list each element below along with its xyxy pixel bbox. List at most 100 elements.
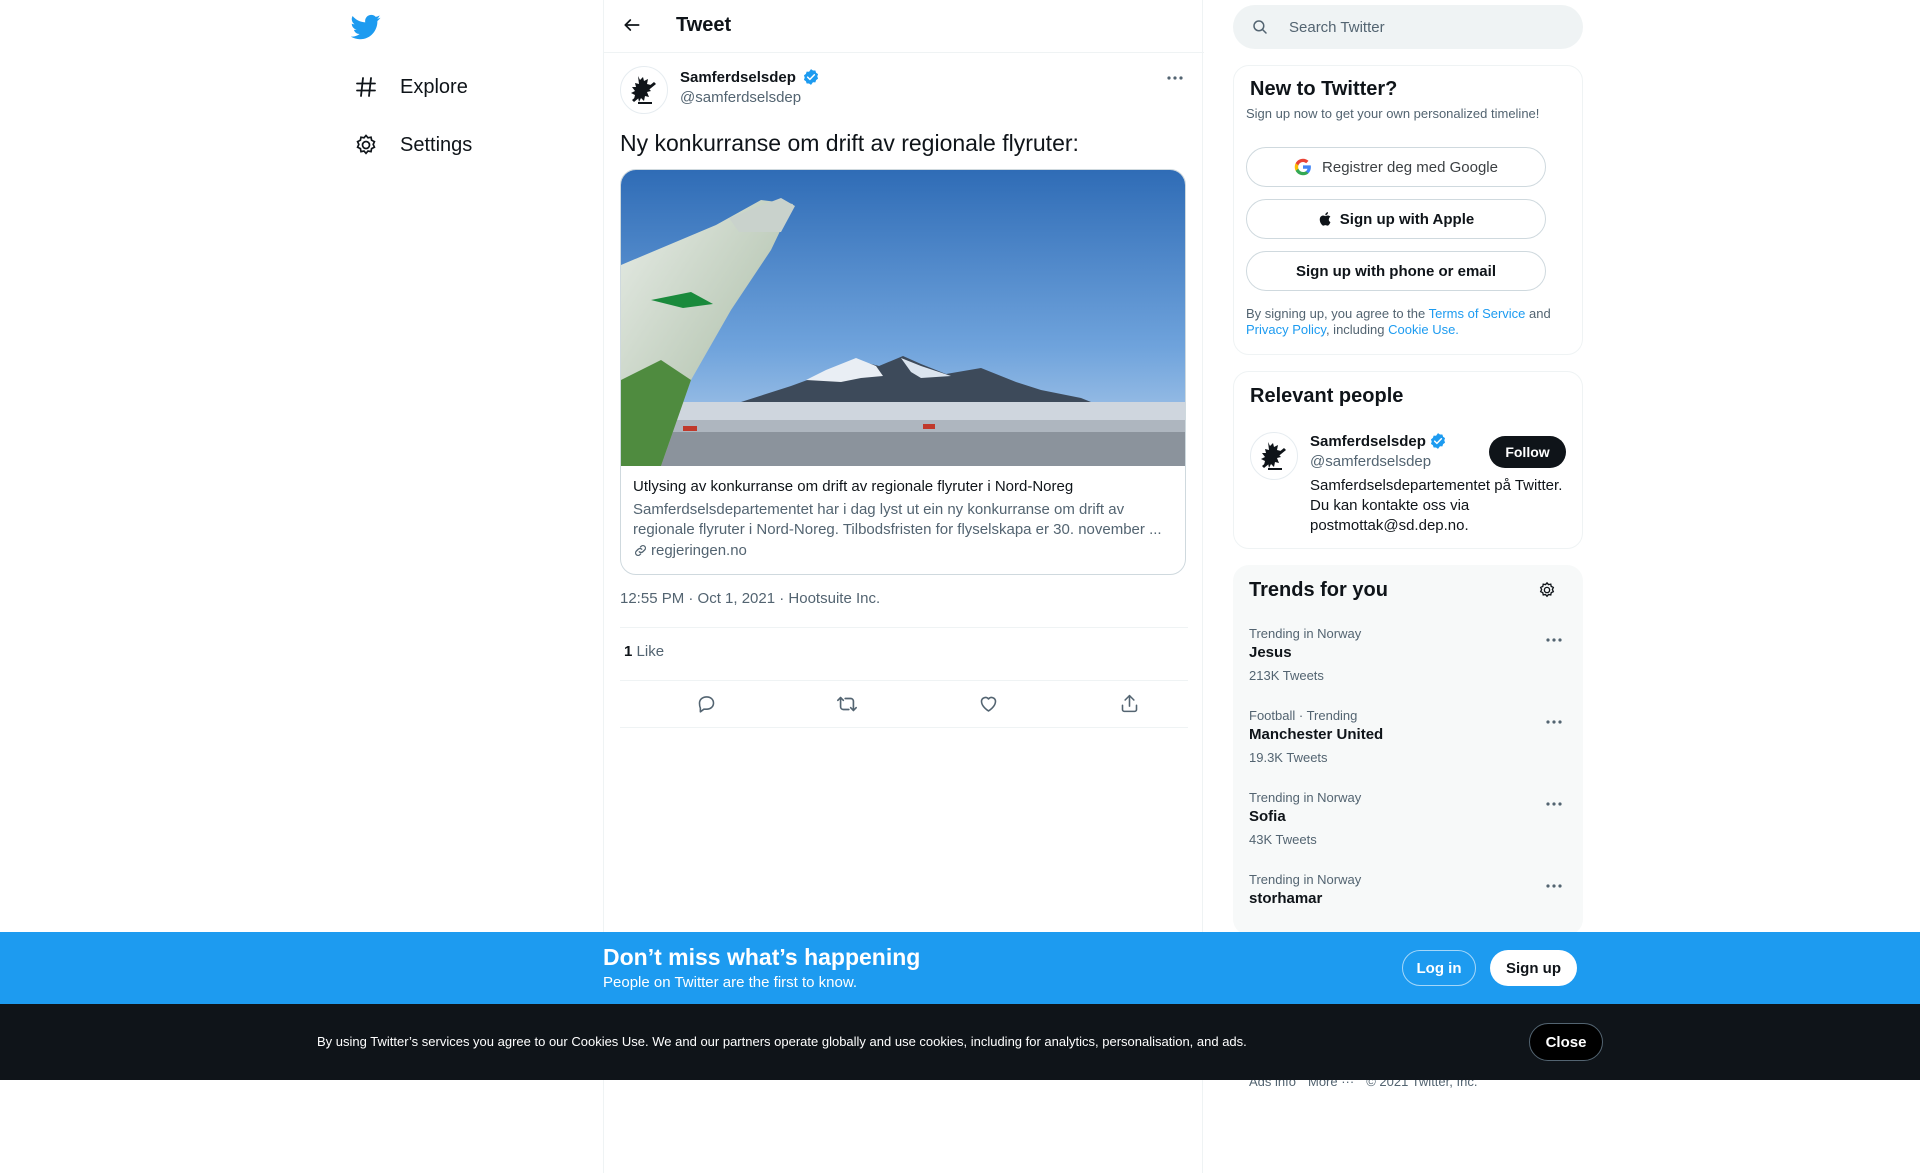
trend-name: Manchester United — [1249, 726, 1384, 743]
trend-context: Trending in Norway — [1249, 626, 1362, 641]
relevant-person-handle[interactable]: @samferdselsdep — [1310, 453, 1431, 470]
more-icon — [1545, 630, 1563, 648]
like-icon — [978, 693, 999, 719]
link-icon — [633, 543, 648, 558]
trend-item[interactable]: Trending in Norway Jesus 213K Tweets — [1233, 626, 1583, 708]
more-icon — [1545, 712, 1563, 730]
tweet-text: Ny konkurranse om drift av regionale fly… — [620, 130, 1079, 156]
more-icon — [1166, 68, 1184, 86]
new-to-twitter-panel: New to Twitter? Sign up now to get your … — [1233, 65, 1583, 355]
terms-including: , including — [1325, 322, 1389, 337]
apple-icon — [1318, 210, 1334, 228]
twitter-logo-icon[interactable] — [350, 12, 381, 42]
trend-count: 43K Tweets — [1249, 832, 1317, 847]
relevant-person-name[interactable]: Samferdselsdep — [1310, 432, 1447, 450]
trend-context: Trending in Norway — [1249, 790, 1362, 805]
trend-more-button[interactable] — [1539, 706, 1569, 736]
nav-item-explore[interactable]: Explore — [340, 62, 480, 112]
author-name-text: Samferdselsdep — [680, 68, 796, 86]
trend-count: 19.3K Tweets — [1249, 750, 1328, 765]
author-name[interactable]: Samferdselsdep — [680, 68, 820, 86]
trend-name: storhamar — [1249, 890, 1323, 907]
lion-emblem-icon — [1261, 442, 1286, 470]
card-title: Utlysing av konkurranse om drift av regi… — [633, 478, 1074, 495]
like-count-label: Like — [636, 643, 665, 660]
terms-of-service-link[interactable]: Terms of Service — [1429, 306, 1526, 321]
reply-button[interactable] — [688, 688, 724, 724]
login-button[interactable]: Log in — [1402, 950, 1476, 986]
signup-banner: Don’t miss what’s happening People on Tw… — [0, 932, 1920, 1004]
relevant-people-title: Relevant people — [1250, 385, 1404, 407]
likes-count[interactable]: 1 Like — [624, 643, 664, 660]
nav-item-settings[interactable]: Settings — [340, 120, 484, 170]
search-box[interactable] — [1233, 5, 1583, 49]
hashtag-icon — [352, 73, 380, 101]
share-icon — [1119, 693, 1140, 719]
nav-label-explore: Explore — [400, 75, 468, 98]
trend-more-button[interactable] — [1539, 624, 1569, 654]
nav-label-settings: Settings — [400, 133, 473, 156]
relevant-people-panel: Relevant people Samferdselsdep @samferds… — [1233, 371, 1583, 549]
divider — [620, 680, 1188, 681]
trend-item[interactable]: Trending in Norway Sofia 43K Tweets — [1233, 790, 1583, 872]
trend-context: Football · Trending — [1249, 708, 1358, 723]
cookie-close-button[interactable]: Close — [1529, 1023, 1603, 1061]
tweet-header: Tweet — [604, 0, 1204, 53]
phone-email-signup-label: Sign up with phone or email — [1295, 262, 1496, 280]
relevant-person-avatar[interactable] — [1250, 432, 1298, 480]
author-avatar[interactable] — [620, 66, 668, 114]
trend-more-button[interactable] — [1539, 788, 1569, 818]
cookie-banner: By using Twitter’s services you agree to… — [0, 1004, 1920, 1080]
apple-signup-button[interactable]: Sign up with Apple — [1246, 199, 1546, 239]
like-button[interactable] — [970, 688, 1006, 724]
relevant-person-bio: Samferdselsdepartementet på Twitter. Du … — [1310, 477, 1563, 534]
card-domain-text: regjeringen.no — [651, 542, 747, 559]
relevant-person-name-text: Samferdselsdep — [1310, 432, 1426, 450]
verified-badge-icon — [1429, 432, 1447, 450]
search-input[interactable] — [1289, 5, 1569, 49]
signup-banner-title: Don’t miss what’s happening — [603, 944, 921, 970]
like-count-number: 1 — [624, 643, 633, 660]
gear-icon — [352, 131, 380, 159]
retweet-button[interactable] — [829, 688, 865, 724]
phone-email-signup-button[interactable]: Sign up with phone or email — [1246, 251, 1546, 291]
google-icon — [1294, 158, 1312, 176]
signup-button[interactable]: Sign up — [1490, 950, 1577, 986]
privacy-policy-link[interactable]: Privacy Policy — [1246, 322, 1326, 337]
share-button[interactable] — [1111, 688, 1147, 724]
trends-title: Trends for you — [1249, 579, 1388, 601]
google-signup-button[interactable]: Registrer deg med Google — [1246, 147, 1546, 187]
apple-signup-label: Sign up with Apple — [1339, 210, 1475, 228]
trends-panel: Trends for you Trending in Norway Jesus … — [1233, 565, 1583, 935]
follow-button[interactable]: Follow — [1489, 436, 1566, 468]
trend-name: Jesus — [1249, 644, 1292, 661]
author-handle[interactable]: @samferdselsdep — [680, 89, 801, 106]
retweet-icon — [836, 693, 858, 720]
signup-banner-subtitle: People on Twitter are the first to know. — [603, 974, 858, 991]
card-domain: regjeringen.no — [633, 542, 747, 559]
signup-terms: By signing up, you agree to the Terms of… — [1246, 306, 1566, 338]
link-card[interactable]: Utlysing av konkurranse om drift av regi… — [620, 169, 1186, 575]
gear-icon — [1538, 581, 1556, 604]
page: Explore Settings Tweet Samferdselsdep @s… — [0, 0, 1920, 1173]
more-icon — [1545, 876, 1563, 894]
more-icon — [1545, 794, 1563, 812]
search-icon — [1251, 18, 1269, 41]
trend-item[interactable]: Football · Trending Manchester United 19… — [1233, 708, 1583, 790]
trend-more-button[interactable] — [1539, 870, 1569, 900]
card-description: Samferdselsdepartementet har i dag lyst … — [633, 501, 1162, 538]
google-signup-label: Registrer deg med Google — [1322, 158, 1498, 176]
trend-name: Sofia — [1249, 808, 1286, 825]
trend-count: 213K Tweets — [1249, 668, 1324, 683]
divider — [620, 627, 1188, 628]
back-button[interactable] — [614, 9, 650, 45]
trend-context: Trending in Norway — [1249, 872, 1362, 887]
tweet-meta[interactable]: 12:55 PM · Oct 1, 2021 · Hootsuite Inc. — [620, 590, 880, 607]
new-to-twitter-subtitle: Sign up now to get your own personalized… — [1246, 106, 1540, 121]
cookie-use-link[interactable]: Cookie Use. — [1388, 322, 1459, 337]
tweet-more-button[interactable] — [1160, 62, 1190, 92]
back-arrow-icon — [622, 15, 642, 40]
card-image — [621, 170, 1185, 466]
trends-settings-button[interactable] — [1532, 577, 1562, 607]
lion-emblem-icon — [631, 76, 656, 104]
